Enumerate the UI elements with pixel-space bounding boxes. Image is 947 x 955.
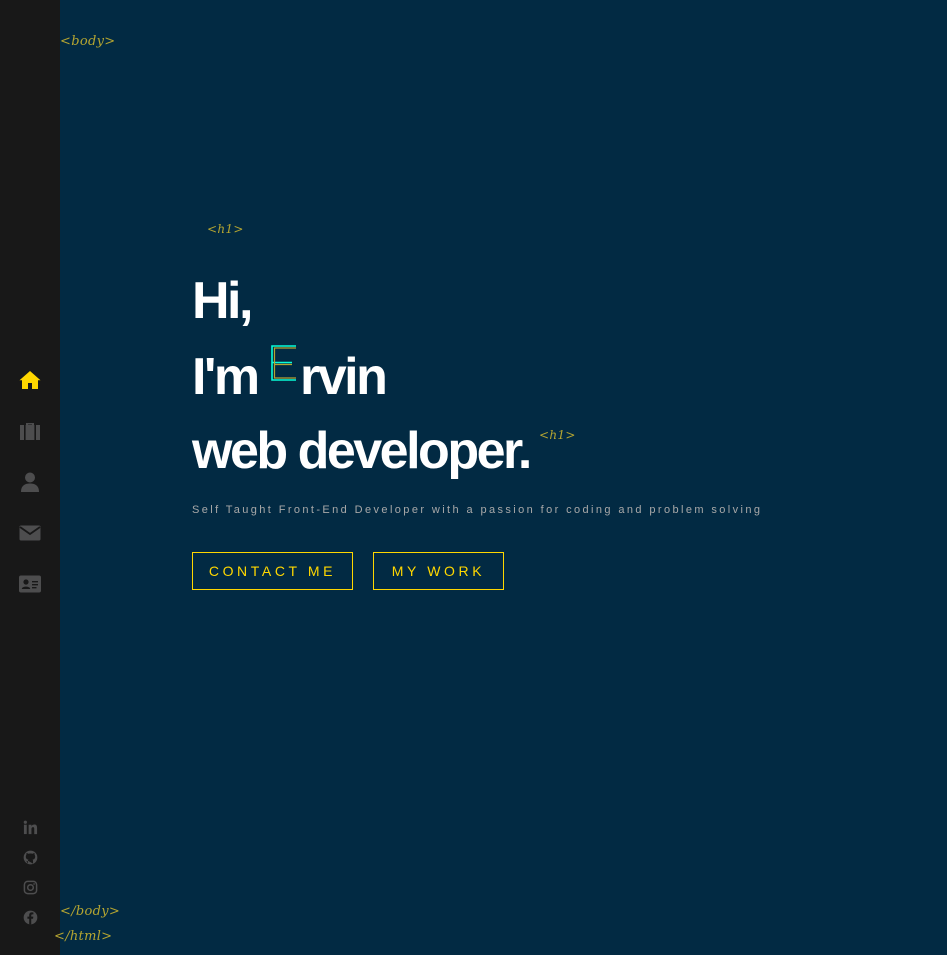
my-work-button[interactable]: MY WORK [373, 552, 504, 590]
h1-open-tag: <h1> [207, 222, 244, 236]
logo-letter-e [271, 345, 296, 381]
body-open-tag: <body> [60, 34, 116, 49]
user-icon[interactable] [18, 470, 42, 494]
role-line: web developer. [192, 422, 532, 480]
envelope-icon[interactable] [18, 521, 42, 545]
body-close-tag: </body> [60, 904, 121, 919]
sidebar [0, 0, 60, 955]
briefcase-icon[interactable] [18, 419, 42, 443]
facebook-icon[interactable] [22, 909, 38, 925]
instagram-icon[interactable] [22, 879, 38, 895]
linkedin-icon[interactable] [22, 819, 38, 835]
github-icon[interactable] [22, 849, 38, 865]
greeting-line: Hi, [192, 272, 253, 330]
intro-name-suffix: rvin [300, 348, 388, 406]
html-close-tag: </html> [54, 929, 113, 944]
intro-prefix: I'm [192, 348, 260, 406]
h1-close-tag: <h1> [539, 428, 576, 442]
home-icon[interactable] [18, 368, 42, 392]
contact-me-button[interactable]: CONTACT ME [192, 552, 353, 590]
id-card-icon[interactable] [18, 572, 42, 596]
hero-subtitle: Self Taught Front-End Developer with a p… [192, 504, 763, 516]
